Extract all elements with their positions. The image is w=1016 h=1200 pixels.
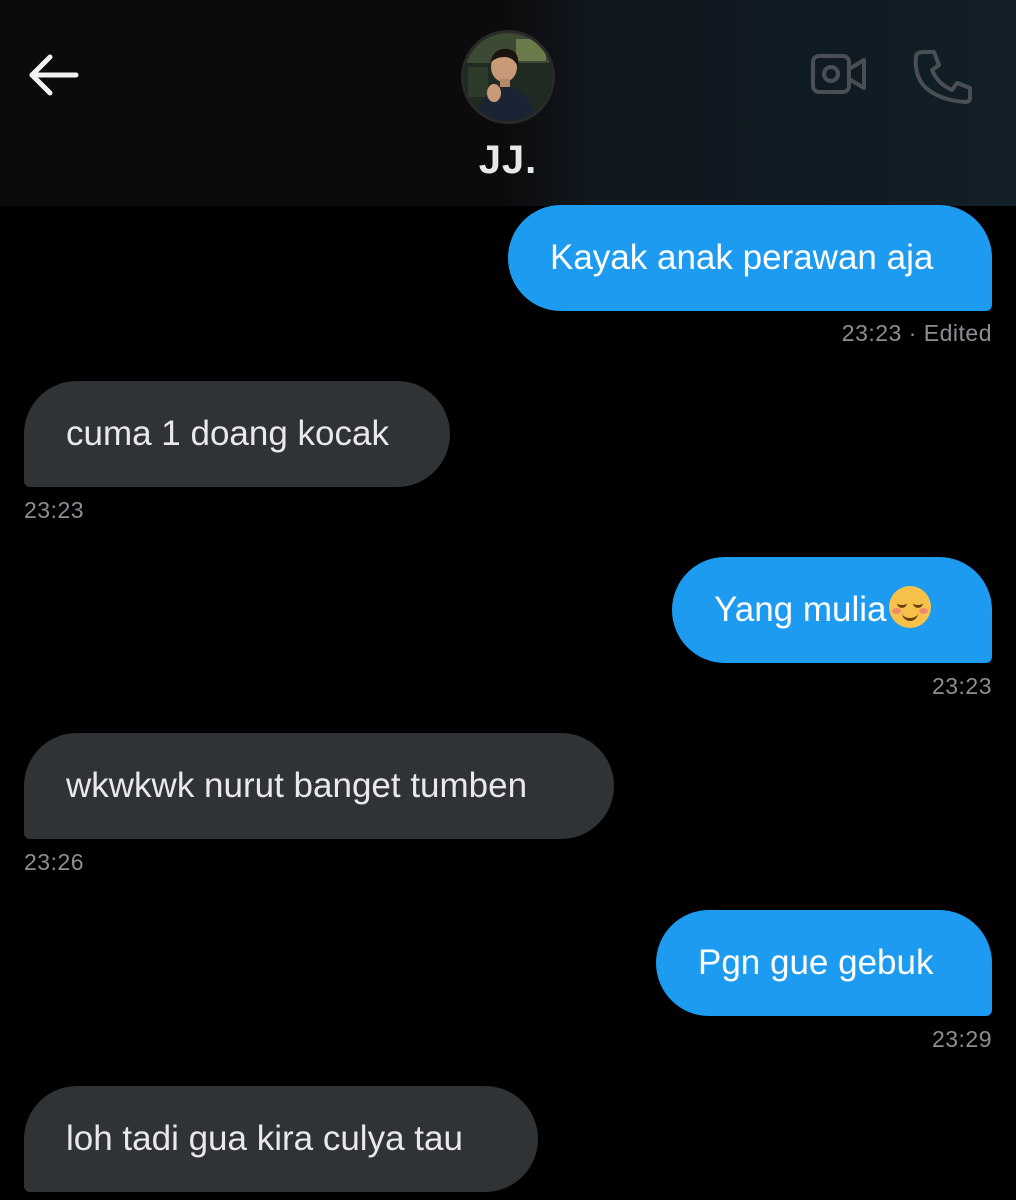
message-bubble-outgoing[interactable]: Pgn gue gebuk	[656, 910, 992, 1016]
smiling-face-icon	[888, 586, 931, 628]
message-bubble-incoming[interactable]: loh tadi gua kira culya tau	[24, 1086, 538, 1192]
message-text: wkwkwk nurut banget tumben	[66, 766, 528, 805]
message-text: cuma 1 doang kocak	[66, 414, 389, 453]
chat-header: JJ.	[0, 0, 1016, 206]
message-timestamp: 23:26	[24, 849, 85, 875]
message-timestamp: 23:23 · Edited	[841, 320, 992, 346]
contact-avatar[interactable]	[461, 30, 555, 124]
message-bubble-outgoing[interactable]: Kayak anak perawan aja	[508, 205, 992, 311]
back-button[interactable]	[22, 46, 84, 104]
message-text: Yang mulia	[714, 590, 887, 629]
contact-name[interactable]: JJ.	[408, 138, 608, 183]
message-timestamp: 23:23	[931, 673, 992, 699]
video-call-button[interactable]	[808, 48, 870, 102]
message-text: loh tadi gua kira culya tau	[66, 1119, 463, 1158]
message-timestamp: 23:23	[24, 497, 85, 523]
phone-icon	[913, 50, 972, 104]
voice-call-button[interactable]	[910, 46, 976, 106]
message-text: Kayak anak perawan aja	[550, 238, 934, 277]
message-timestamp: 23:29	[931, 1026, 992, 1052]
message-bubble-outgoing[interactable]: Yang mulia	[672, 557, 992, 663]
avatar-photo	[464, 33, 552, 121]
video-camera-icon	[811, 54, 866, 94]
arrow-left-icon	[29, 54, 79, 96]
message-text: Pgn gue gebuk	[698, 943, 934, 982]
message-bubble-incoming[interactable]: wkwkwk nurut banget tumben	[24, 733, 614, 839]
message-bubble-incoming[interactable]: cuma 1 doang kocak	[24, 381, 450, 487]
